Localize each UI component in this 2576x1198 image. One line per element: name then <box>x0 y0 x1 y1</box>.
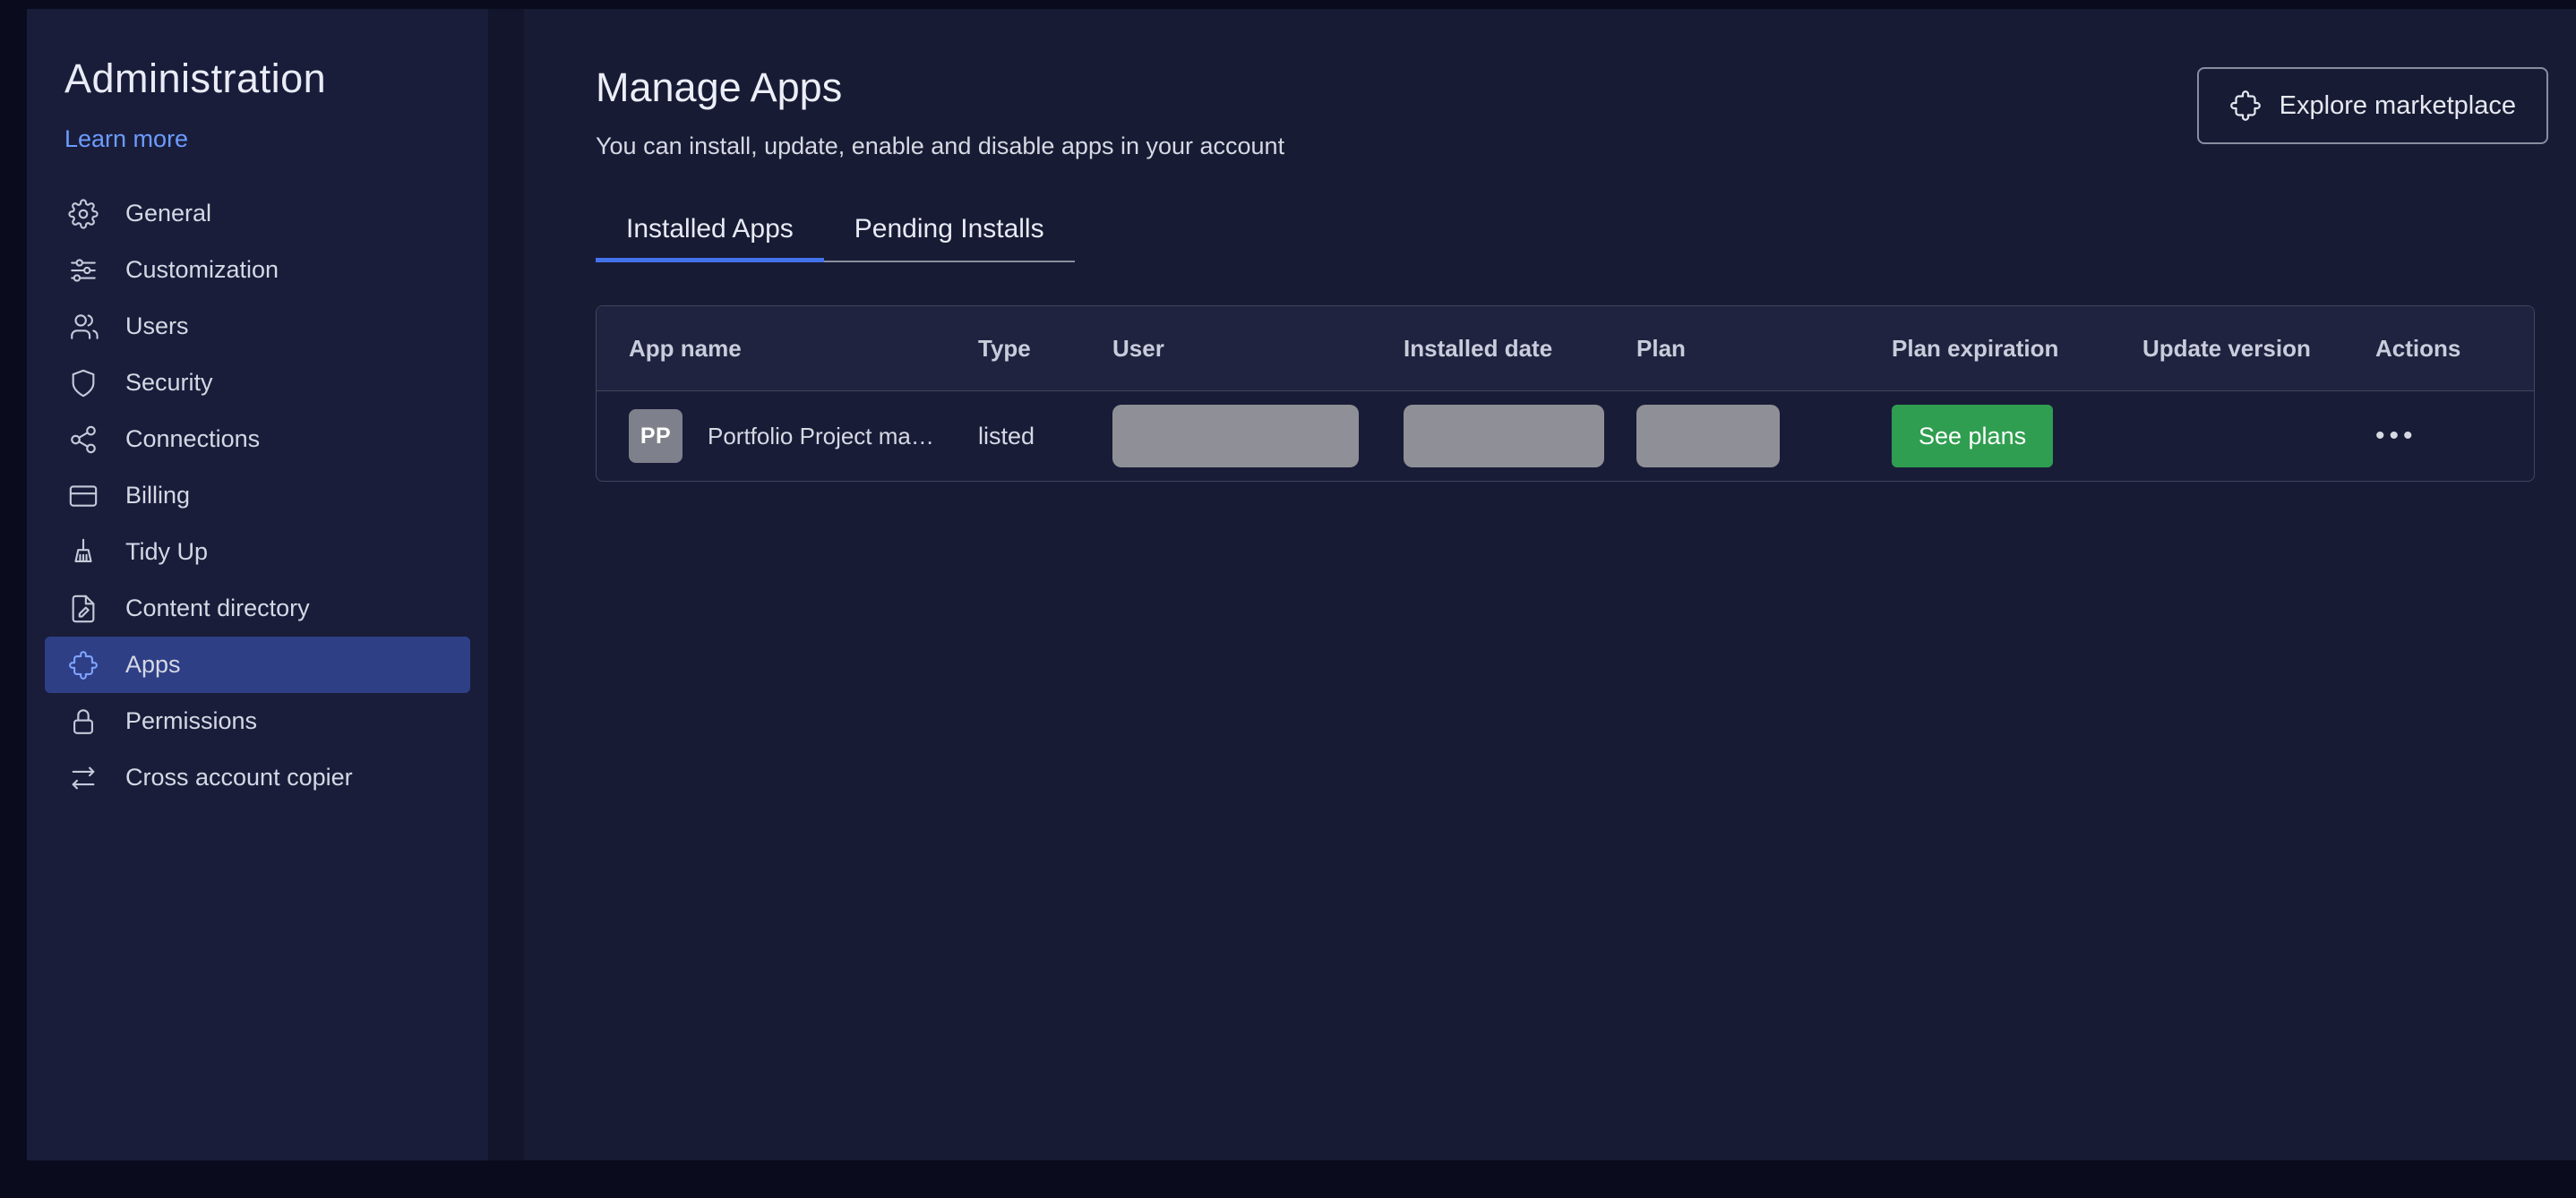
app-avatar: PP <box>629 409 683 463</box>
type-cell: listed <box>978 422 1035 449</box>
sidebar-item-label: General <box>125 200 212 227</box>
sidebar-item-connections[interactable]: Connections <box>45 411 470 467</box>
installed-apps-table: App name Type User Installed date Plan P… <box>596 305 2535 482</box>
update-version-cell <box>2110 391 2343 481</box>
column-header-user: User <box>1112 334 1164 362</box>
lock-icon <box>68 706 99 737</box>
sidebar-item-label: Content directory <box>125 595 310 621</box>
tab-installed-apps[interactable]: Installed Apps <box>596 214 824 262</box>
credit-card-icon <box>68 481 99 511</box>
explore-marketplace-label: Explore marketplace <box>2279 90 2516 120</box>
sidebar-item-label: Tidy Up <box>125 538 209 565</box>
nodes-icon <box>68 424 99 455</box>
sidebar-item-label: Connections <box>125 425 261 452</box>
sidebar-item-security[interactable]: Security <box>45 355 470 411</box>
transfer-arrows-icon <box>68 763 99 793</box>
sidebar-item-billing[interactable]: Billing <box>45 467 470 524</box>
table-header-row: App name Type User Installed date Plan P… <box>597 306 2534 391</box>
redacted-installed-date-value <box>1404 405 1604 467</box>
learn-more-link[interactable]: Learn more <box>64 125 188 153</box>
column-header-plan-expiration: Plan expiration <box>1892 334 2059 362</box>
sidebar-item-customization[interactable]: Customization <box>45 242 470 298</box>
row-actions-menu-icon[interactable]: ••• <box>2375 423 2417 449</box>
sidebar-item-label: Billing <box>125 482 191 509</box>
table-row: PP Portfolio Project ma… listed See plan… <box>597 391 2534 481</box>
manage-apps-panel: Manage Apps You can install, update, ena… <box>524 9 2576 1160</box>
column-header-installed-date: Installed date <box>1404 334 1553 362</box>
shield-icon <box>68 368 99 398</box>
sidebar-item-label: Apps <box>125 651 181 678</box>
sidebar-item-general[interactable]: General <box>45 185 470 242</box>
sidebar-item-permissions[interactable]: Permissions <box>45 693 470 749</box>
column-header-update-version: Update version <box>2142 334 2311 362</box>
redacted-plan-value <box>1636 405 1780 467</box>
document-edit-icon <box>68 594 99 624</box>
puzzle-icon <box>68 650 99 680</box>
sidebar-item-content-directory[interactable]: Content directory <box>45 580 470 637</box>
sidebar-item-label: Permissions <box>125 707 258 734</box>
installed-date-cell <box>1371 391 1604 481</box>
redacted-user-value <box>1112 405 1359 467</box>
admin-sidebar: Administration Learn more General Custom… <box>27 9 488 1160</box>
app-name-cell: PP Portfolio Project ma… <box>597 391 946 481</box>
column-header-actions: Actions <box>2375 334 2461 362</box>
sidebar-item-label: Customization <box>125 256 279 283</box>
sidebar-item-users[interactable]: Users <box>45 298 470 355</box>
sidebar-item-label: Users <box>125 312 189 339</box>
app-name: Portfolio Project ma… <box>708 422 934 449</box>
see-plans-button[interactable]: See plans <box>1892 405 2054 467</box>
plan-cell <box>1604 391 1859 481</box>
user-cell <box>1080 391 1371 481</box>
sidebar-item-label: Security <box>125 369 213 396</box>
tab-pending-installs[interactable]: Pending Installs <box>823 214 1075 262</box>
column-header-type: Type <box>978 334 1031 362</box>
apps-tabs: Installed Apps Pending Installs <box>596 214 2535 262</box>
users-icon <box>68 312 99 342</box>
sidebar-item-apps[interactable]: Apps <box>45 637 470 693</box>
panel-divider <box>488 9 524 1160</box>
sliders-icon <box>68 255 99 286</box>
sidebar-item-cross-account-copier[interactable]: Cross account copier <box>45 749 470 806</box>
actions-cell: ••• <box>2343 391 2534 481</box>
sidebar-item-tidy-up[interactable]: Tidy Up <box>45 524 470 580</box>
plan-expiration-cell: See plans <box>1859 391 2110 481</box>
broom-icon <box>68 537 99 568</box>
puzzle-icon <box>2229 90 2262 122</box>
sidebar-item-label: Cross account copier <box>125 764 353 791</box>
column-header-plan: Plan <box>1636 334 1686 362</box>
explore-marketplace-button[interactable]: Explore marketplace <box>2196 67 2548 144</box>
sidebar-title: Administration <box>64 56 327 101</box>
gear-icon <box>68 198 99 229</box>
column-header-app-name: App name <box>629 334 742 362</box>
sidebar-nav: General Customization Users Security Con <box>45 185 470 806</box>
